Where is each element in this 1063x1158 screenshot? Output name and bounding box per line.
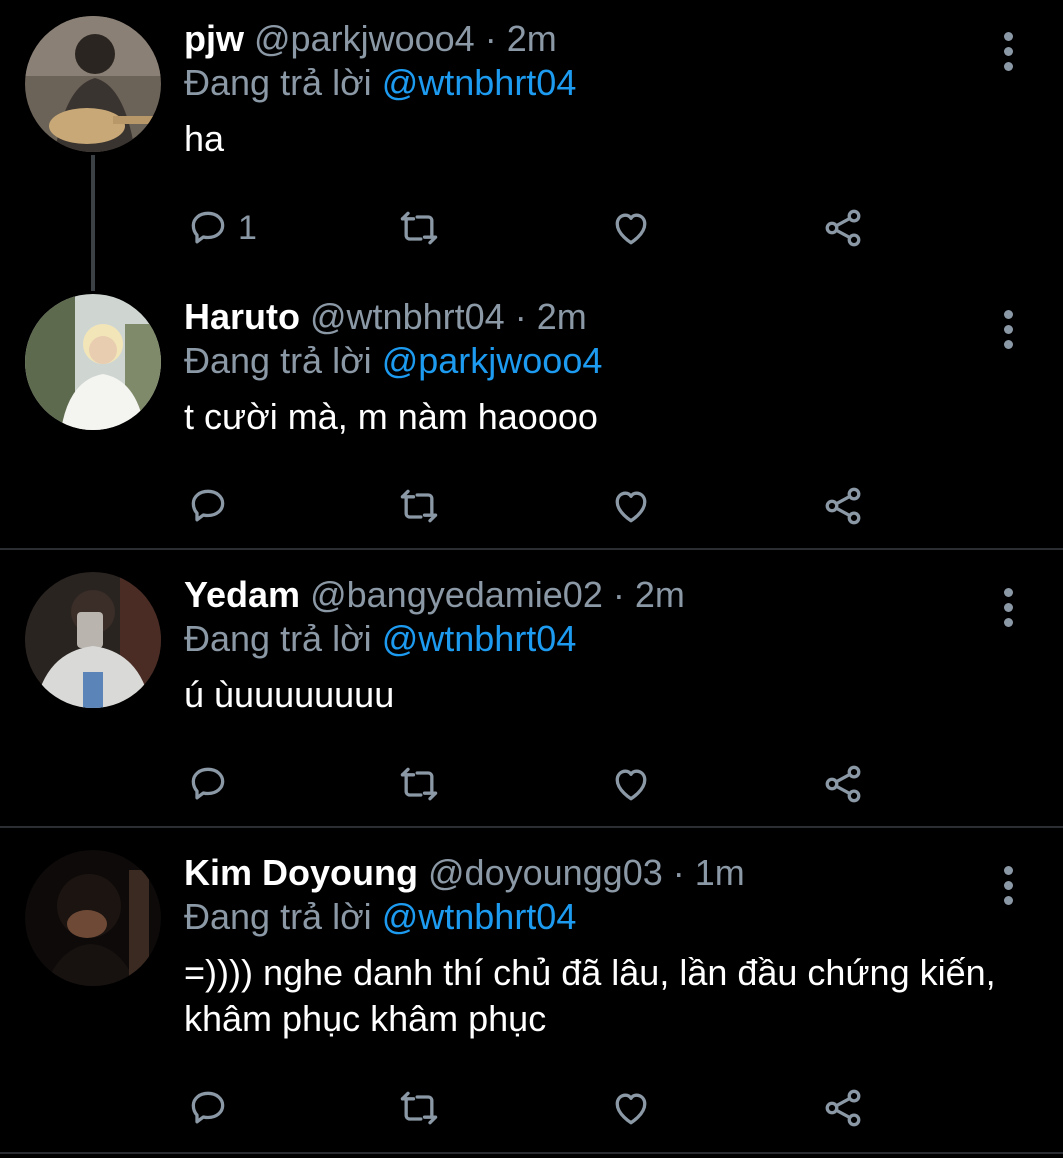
reply-button[interactable]: 1 bbox=[186, 203, 257, 253]
share-icon bbox=[825, 765, 861, 803]
retweet-icon bbox=[400, 211, 438, 245]
tweet-divider bbox=[0, 826, 1063, 828]
tweet-header: Yedam @bangyedamie02 · 2m bbox=[184, 572, 685, 618]
timestamp[interactable]: 2m bbox=[537, 296, 587, 337]
speech-bubble-icon bbox=[191, 767, 225, 800]
heart-icon bbox=[615, 213, 647, 245]
tweet[interactable]: pjw @parkjwooo4 · 2m Đang trả lời @wtnbh… bbox=[0, 16, 1063, 278]
display-name[interactable]: Haruto bbox=[184, 296, 300, 337]
more-vertical-icon[interactable] bbox=[992, 582, 1024, 632]
separator-dot: · bbox=[612, 574, 625, 615]
avatar[interactable] bbox=[25, 294, 161, 430]
tweet[interactable]: Haruto @wtnbhrt04 · 2m Đang trả lời @par… bbox=[0, 294, 1063, 548]
replying-to-line: Đang trả lời @wtnbhrt04 bbox=[184, 894, 576, 940]
display-name[interactable]: pjw bbox=[184, 18, 244, 59]
heart-icon bbox=[615, 1093, 647, 1125]
tweet[interactable]: Kim Doyoung @doyoungg03 · 1m Đang trả lờ… bbox=[0, 850, 1063, 1150]
speech-bubble-icon bbox=[191, 489, 225, 522]
speech-bubble-icon bbox=[191, 211, 225, 244]
replying-to-mention[interactable]: @wtnbhrt04 bbox=[382, 618, 577, 659]
share-icon bbox=[825, 487, 861, 525]
avatar[interactable] bbox=[25, 16, 161, 152]
reply-button[interactable] bbox=[186, 481, 238, 531]
user-handle[interactable]: @doyoungg03 bbox=[428, 852, 663, 893]
replying-to-label: Đang trả lời bbox=[184, 62, 372, 103]
share-button[interactable] bbox=[821, 481, 865, 531]
retweet-button[interactable] bbox=[397, 759, 441, 809]
more-vertical-icon[interactable] bbox=[992, 26, 1024, 76]
heart-icon bbox=[615, 769, 647, 801]
tweet-text: =)))) nghe danh thí chủ đã lâu, lần đầu … bbox=[184, 952, 996, 1039]
replying-to-line: Đang trả lời @wtnbhrt04 bbox=[184, 616, 576, 662]
replying-to-mention[interactable]: @parkjwooo4 bbox=[382, 340, 603, 381]
like-button[interactable] bbox=[609, 481, 653, 531]
timestamp[interactable]: 2m bbox=[635, 574, 685, 615]
speech-bubble-icon bbox=[191, 1091, 225, 1124]
share-icon bbox=[825, 1089, 861, 1127]
retweet-icon bbox=[400, 489, 438, 523]
reply-button[interactable] bbox=[186, 759, 238, 809]
more-vertical-icon[interactable] bbox=[992, 860, 1024, 910]
user-handle[interactable]: @parkjwooo4 bbox=[254, 18, 475, 59]
share-icon bbox=[825, 209, 861, 247]
avatar[interactable] bbox=[25, 850, 161, 986]
retweet-icon bbox=[400, 767, 438, 801]
reply-button[interactable] bbox=[186, 1083, 238, 1133]
retweet-icon bbox=[400, 1091, 438, 1125]
retweet-button[interactable] bbox=[397, 481, 441, 531]
replying-to-line: Đang trả lời @wtnbhrt04 bbox=[184, 60, 576, 106]
like-button[interactable] bbox=[609, 203, 653, 253]
tweet-text: t cười mà, m nàm haoooo bbox=[184, 396, 598, 437]
tweet-text: ha bbox=[184, 118, 225, 159]
share-button[interactable] bbox=[821, 759, 865, 809]
tweet-divider bbox=[0, 548, 1063, 550]
more-vertical-icon[interactable] bbox=[992, 304, 1024, 354]
retweet-button[interactable] bbox=[397, 203, 441, 253]
retweet-button[interactable] bbox=[397, 1083, 441, 1133]
replying-to-label: Đang trả lời bbox=[184, 618, 372, 659]
heart-icon bbox=[615, 491, 647, 523]
display-name[interactable]: Yedam bbox=[184, 574, 300, 615]
display-name[interactable]: Kim Doyoung bbox=[184, 852, 418, 893]
user-handle[interactable]: @bangyedamie02 bbox=[310, 574, 603, 615]
replying-to-label: Đang trả lời bbox=[184, 340, 372, 381]
share-button[interactable] bbox=[821, 1083, 865, 1133]
timestamp[interactable]: 2m bbox=[507, 18, 557, 59]
replying-to-line: Đang trả lời @parkjwooo4 bbox=[184, 338, 602, 384]
tweet[interactable]: Yedam @bangyedamie02 · 2m Đang trả lời @… bbox=[0, 572, 1063, 826]
avatar[interactable] bbox=[25, 572, 161, 708]
replying-to-mention[interactable]: @wtnbhrt04 bbox=[382, 62, 577, 103]
share-button[interactable] bbox=[821, 203, 865, 253]
tweet-header: pjw @parkjwooo4 · 2m bbox=[184, 16, 557, 62]
separator-dot: · bbox=[514, 296, 527, 337]
separator-dot: · bbox=[672, 852, 685, 893]
reply-count: 1 bbox=[238, 208, 257, 247]
timestamp[interactable]: 1m bbox=[695, 852, 745, 893]
user-handle[interactable]: @wtnbhrt04 bbox=[310, 296, 505, 337]
replying-to-label: Đang trả lời bbox=[184, 896, 372, 937]
like-button[interactable] bbox=[609, 759, 653, 809]
tweet-header: Haruto @wtnbhrt04 · 2m bbox=[184, 294, 587, 340]
separator-dot: · bbox=[484, 18, 497, 59]
replying-to-mention[interactable]: @wtnbhrt04 bbox=[382, 896, 577, 937]
tweet-text: ú ùuuuuuuuu bbox=[184, 674, 395, 715]
like-button[interactable] bbox=[609, 1083, 653, 1133]
tweet-divider bbox=[0, 1152, 1063, 1154]
tweet-header: Kim Doyoung @doyoungg03 · 1m bbox=[184, 850, 745, 896]
